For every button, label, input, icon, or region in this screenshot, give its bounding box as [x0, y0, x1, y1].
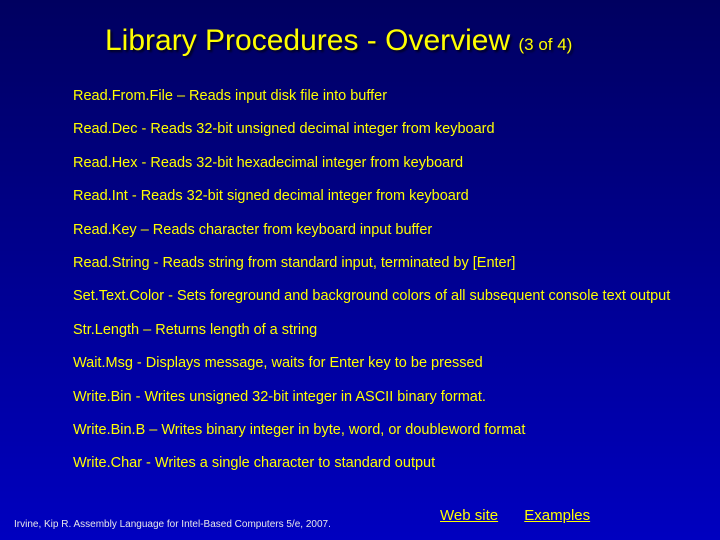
list-item: Str.Length – Returns length of a string: [73, 322, 680, 339]
list-item: Read.Dec - Reads 32-bit unsigned decimal…: [73, 121, 680, 138]
list-item: Read.String - Reads string from standard…: [73, 255, 680, 272]
list-item: Read.Key – Reads character from keyboard…: [73, 222, 680, 239]
footer-citation: Irvine, Kip R. Assembly Language for Int…: [14, 519, 331, 530]
footer-links: Web site Examples: [440, 507, 612, 524]
website-link[interactable]: Web site: [440, 507, 498, 524]
list-item: Set.Text.Color - Sets foreground and bac…: [73, 288, 680, 305]
examples-link[interactable]: Examples: [524, 507, 590, 524]
list-item: Read.From.File – Reads input disk file i…: [73, 88, 680, 105]
title-sub: (3 of 4): [518, 35, 572, 54]
list-item: Write.Bin.B – Writes binary integer in b…: [73, 422, 680, 439]
list-item: Write.Bin - Writes unsigned 32-bit integ…: [73, 389, 680, 406]
slide: Library Procedures - Overview (3 of 4) R…: [0, 0, 720, 540]
title-main: Library Procedures - Overview: [105, 24, 510, 57]
list-item: Read.Hex - Reads 32-bit hexadecimal inte…: [73, 155, 680, 172]
list-item: Write.Char - Writes a single character t…: [73, 455, 680, 472]
body-items: Read.From.File – Reads input disk file i…: [73, 88, 680, 489]
list-item: Wait.Msg - Displays message, waits for E…: [73, 355, 680, 372]
list-item: Read.Int - Reads 32-bit signed decimal i…: [73, 188, 680, 205]
slide-title: Library Procedures - Overview (3 of 4): [105, 24, 572, 58]
